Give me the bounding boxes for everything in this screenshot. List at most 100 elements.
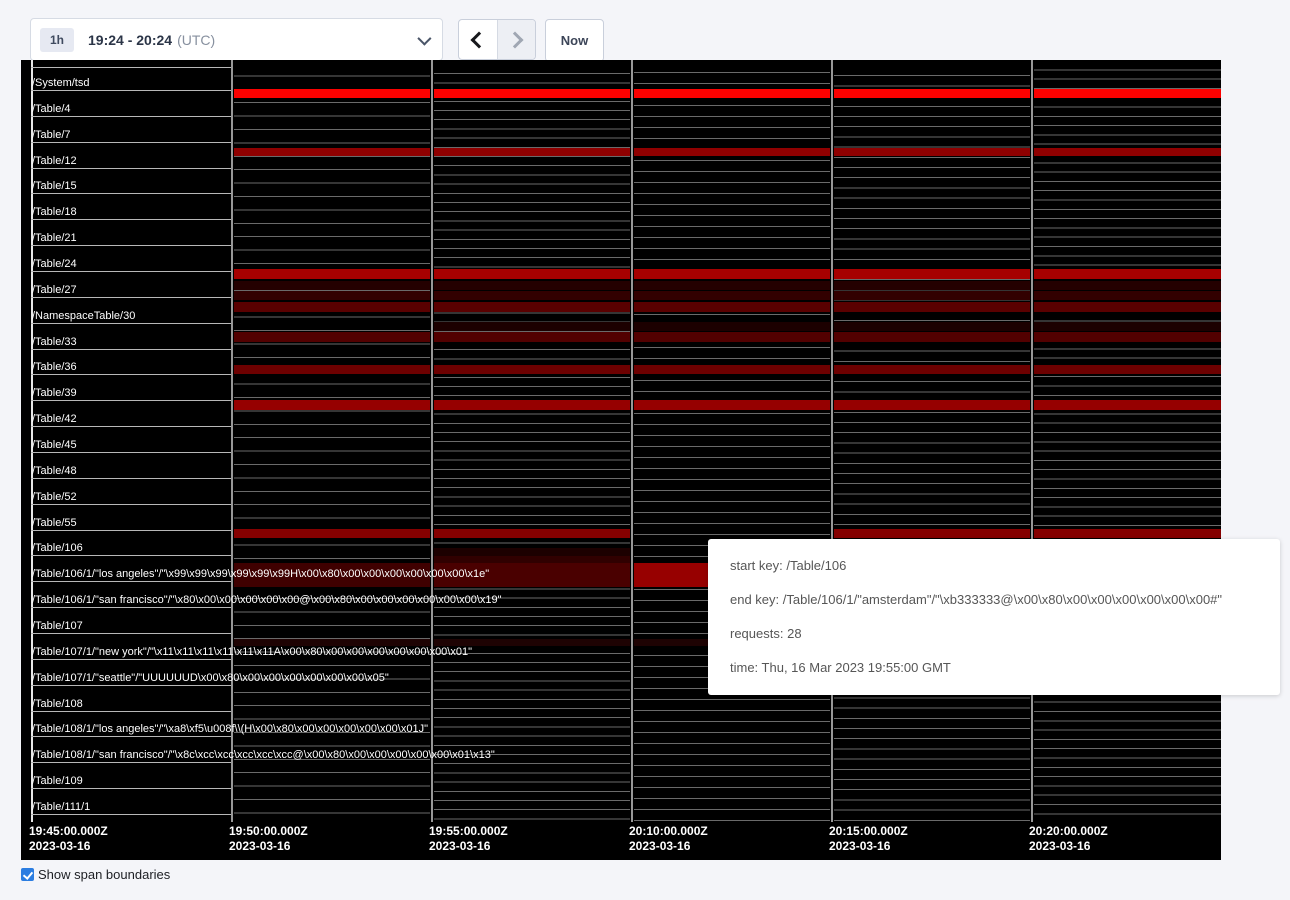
row-key-label: /Table/24 <box>32 258 77 270</box>
row-span-underline <box>31 297 231 298</box>
x-axis-tick-label: 19:55:00.000Z2023-03-16 <box>429 824 629 854</box>
row-span-underline <box>31 762 231 763</box>
x-axis-tick-label: 19:50:00.000Z2023-03-16 <box>229 824 429 854</box>
hot-range-band <box>231 365 1221 374</box>
row-key-label: /Table/27 <box>32 284 77 296</box>
tooltip-time: time: Thu, 16 Mar 2023 19:55:00 GMT <box>730 651 1274 685</box>
row-span-underline <box>31 374 231 375</box>
row-key-label: /Table/107 <box>32 620 83 632</box>
row-span-underline <box>31 193 231 194</box>
row-key-label: /Table/108/1/"los angeles"/"\xa8\xf5\u00… <box>32 723 428 735</box>
row-span-underline <box>31 426 231 427</box>
hot-range-band <box>231 281 1221 290</box>
hot-range-band <box>231 148 1221 156</box>
tick-time: 19:45:00.000Z <box>29 824 229 839</box>
row-span-underline <box>31 400 231 401</box>
tick-time: 19:55:00.000Z <box>429 824 629 839</box>
chevron-down-icon <box>417 31 431 45</box>
hot-range-band <box>231 529 631 538</box>
row-key-label: /Table/7 <box>32 129 71 141</box>
tick-date: 2023-03-16 <box>29 839 229 854</box>
tick-date: 2023-03-16 <box>429 839 629 854</box>
row-span-underline <box>31 245 231 246</box>
row-span-underline <box>31 323 231 324</box>
show-span-boundaries-toggle[interactable]: Show span boundaries <box>21 867 170 882</box>
row-key-label: /System/tsd <box>32 77 89 89</box>
row-key-label: /Table/33 <box>32 336 77 348</box>
tick-date: 2023-03-16 <box>1029 839 1221 854</box>
checkbox-label: Show span boundaries <box>38 867 170 882</box>
row-key-label: /Table/4 <box>32 103 71 115</box>
row-key-label: /Table/12 <box>32 155 77 167</box>
row-span-underline <box>31 116 231 117</box>
row-span-underline <box>31 788 231 789</box>
hot-range-band <box>231 400 1221 410</box>
time-preset-badge: 1h <box>40 28 74 52</box>
time-gridline <box>430 60 434 822</box>
span-boundary-lines <box>231 63 431 822</box>
row-span-underline <box>31 685 231 686</box>
next-range-button[interactable] <box>497 20 536 59</box>
tooltip-start-key: start key: /Table/106 <box>730 549 1274 583</box>
time-range-text: 19:24 - 20:24 <box>88 32 172 48</box>
row-key-label: /Table/18 <box>32 206 77 218</box>
row-key-label: /Table/39 <box>32 387 77 399</box>
hot-range-band <box>231 291 1221 300</box>
row-key-label: /Table/36 <box>32 361 77 373</box>
time-range-selector[interactable]: 1h 19:24 - 20:24 (UTC) <box>30 18 443 61</box>
row-span-underline <box>31 271 231 272</box>
chevron-left-icon <box>471 31 488 48</box>
row-key-label: /Table/21 <box>32 232 77 244</box>
row-key-label: /Table/107/1/"seattle"/"UUUUUUD\x00\x80\… <box>32 672 389 684</box>
row-key-label: /Table/106/1/"san francisco"/"\x80\x00\x… <box>32 594 502 606</box>
row-key-label: /Table/15 <box>32 180 77 192</box>
row-span-underline <box>31 555 231 556</box>
row-key-label: /Table/109 <box>32 775 83 787</box>
row-span-underline <box>31 736 231 737</box>
tick-time: 20:10:00.000Z <box>629 824 829 839</box>
row-span-underline <box>31 814 231 815</box>
row-key-label: /Table/106/1/"los angeles"/"\x99\x99\x99… <box>32 568 489 580</box>
hot-range-band <box>431 322 1221 331</box>
tick-time: 20:15:00.000Z <box>829 824 1029 839</box>
span-boundary-lines <box>431 65 631 822</box>
row-key-label: /Table/52 <box>32 491 77 503</box>
time-step-button-group <box>458 19 536 60</box>
span-boundary-line <box>31 67 231 68</box>
hot-range-band <box>231 302 1221 312</box>
hot-range-band <box>431 556 631 564</box>
time-gridline <box>1030 60 1034 822</box>
hot-range-band <box>231 332 1221 342</box>
row-key-label: /Table/108/1/"san francisco"/"\x8c\xcc\x… <box>32 749 495 761</box>
hot-range-band <box>431 563 631 587</box>
keyvisualizer-heatmap[interactable]: /System/tsd/Table/4/Table/7/Table/12/Tab… <box>21 60 1221 860</box>
tooltip-end-key: end key: /Table/106/1/"amsterdam"/"\xb33… <box>730 583 1274 617</box>
tick-date: 2023-03-16 <box>629 839 829 854</box>
row-span-underline <box>31 581 231 582</box>
x-axis-tick-label: 20:20:00.000Z2023-03-16 <box>1029 824 1221 854</box>
row-key-label: /Table/55 <box>32 517 77 529</box>
tick-time: 20:20:00.000Z <box>1029 824 1221 839</box>
hot-range-band <box>231 269 1221 279</box>
chevron-right-icon <box>506 31 523 48</box>
tooltip-requests: requests: 28 <box>730 617 1274 651</box>
now-button[interactable]: Now <box>545 19 604 62</box>
span-boundary-lines <box>831 66 1031 822</box>
row-key-label: /Table/42 <box>32 413 77 425</box>
time-gridline <box>630 60 634 822</box>
row-span-underline <box>31 219 231 220</box>
span-boundary-lines <box>631 62 831 822</box>
previous-range-button[interactable] <box>459 20 497 59</box>
row-key-label: /Table/107/1/"new york"/"\x11\x11\x11\x1… <box>32 646 472 658</box>
tick-date: 2023-03-16 <box>229 839 429 854</box>
x-axis-tick-label: 19:45:00.000Z2023-03-16 <box>29 824 229 854</box>
row-span-underline <box>31 633 231 634</box>
row-span-underline <box>31 530 231 531</box>
row-span-underline <box>31 349 231 350</box>
row-key-label: /Table/106 <box>32 542 83 554</box>
checkbox-checked-icon[interactable] <box>21 868 34 881</box>
row-span-underline <box>31 659 231 660</box>
row-span-underline <box>31 504 231 505</box>
row-key-label: /Table/108 <box>32 698 83 710</box>
row-span-underline <box>31 168 231 169</box>
